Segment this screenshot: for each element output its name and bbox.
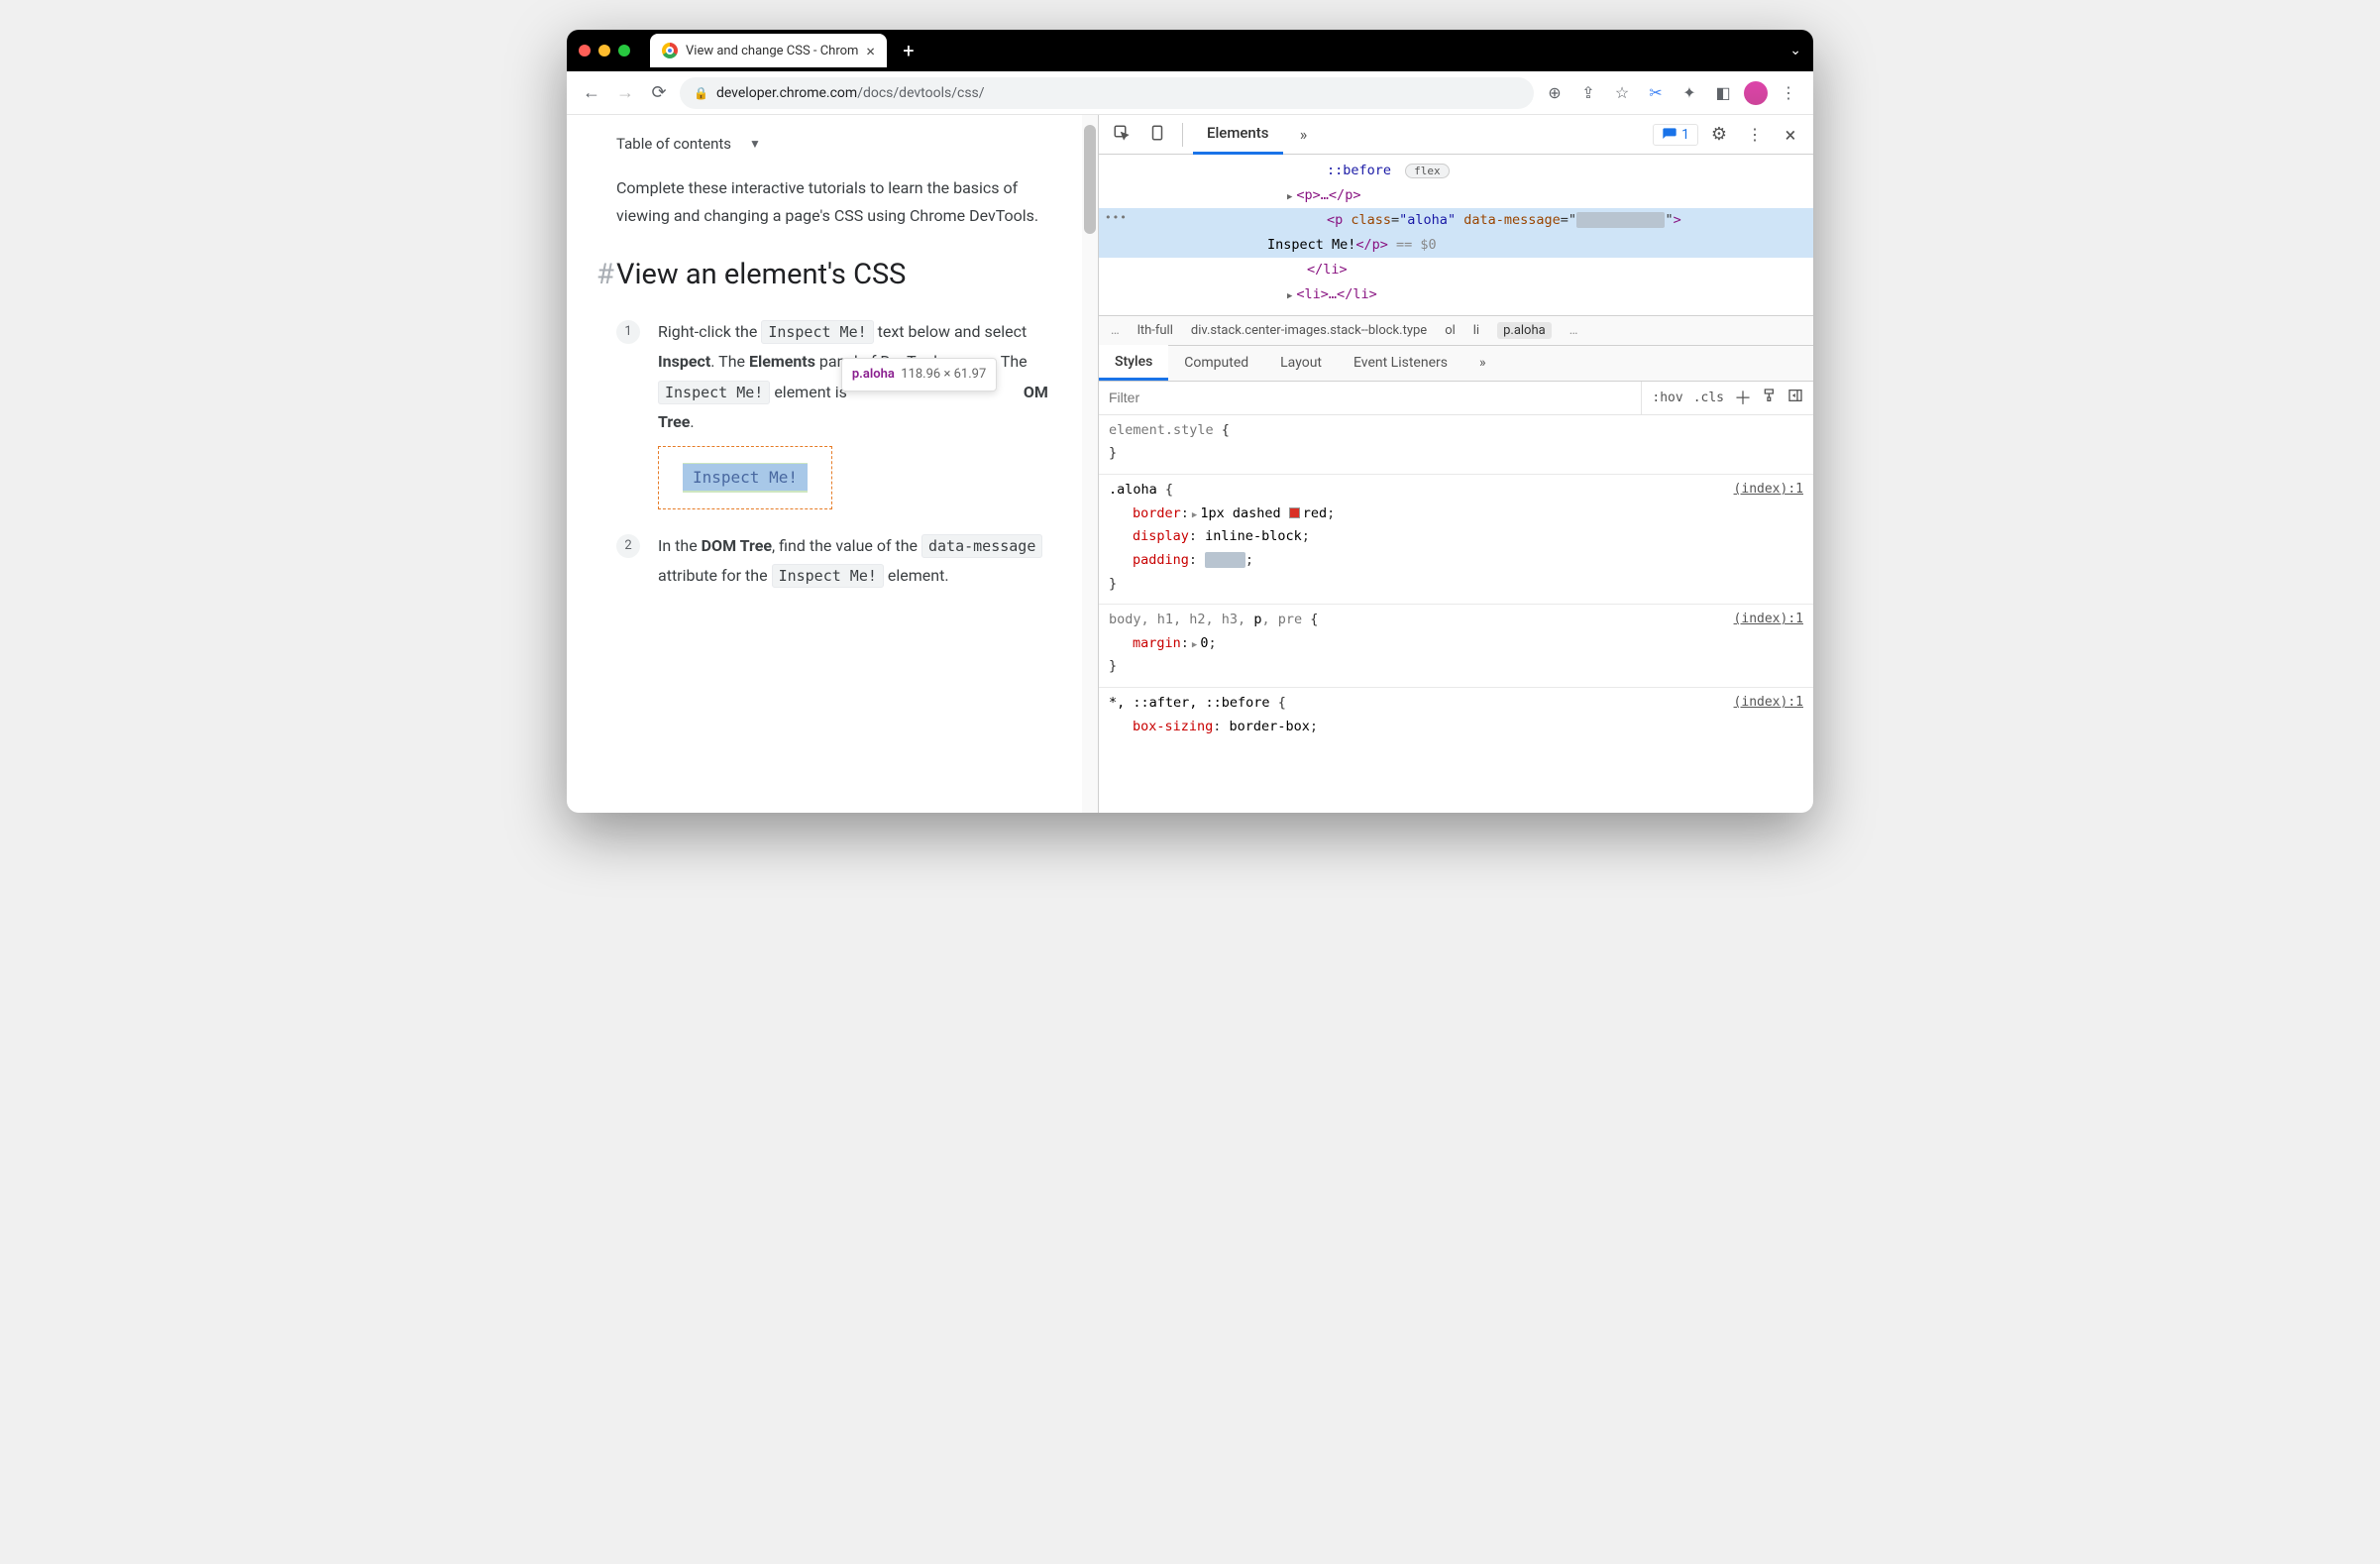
browser-tab[interactable]: View and change CSS - Chrom × xyxy=(650,34,887,67)
step-number: 1 xyxy=(616,320,640,344)
styles-pane[interactable]: element.style { } (index):1 .aloha { bor… xyxy=(1099,415,1813,747)
tab-search-icon[interactable]: ⌄ xyxy=(1789,43,1801,58)
issues-badge[interactable]: 1 xyxy=(1653,124,1698,146)
tab-title: View and change CSS - Chrom xyxy=(686,44,858,58)
intro-paragraph: Complete these interactive tutorials to … xyxy=(616,174,1052,230)
lock-icon: 🔒 xyxy=(694,86,708,100)
crumb-overflow-right[interactable]: … xyxy=(1569,323,1578,338)
close-devtools-icon[interactable]: × xyxy=(1776,123,1805,147)
content-area: Table of contents ▼ Complete these inter… xyxy=(567,115,1813,813)
crumb-item[interactable]: li xyxy=(1473,323,1479,338)
styles-tabbar: Styles Computed Layout Event Listeners » xyxy=(1099,346,1813,382)
source-link[interactable]: (index):1 xyxy=(1734,479,1803,502)
webpage: Table of contents ▼ Complete these inter… xyxy=(567,115,1082,813)
breadcrumb[interactable]: … lth-full div.stack.center-images.stack… xyxy=(1099,315,1813,346)
favicon xyxy=(662,43,678,58)
new-tab-button[interactable]: + xyxy=(895,37,922,64)
toolbar: ← → ⟳ 🔒 developer.chrome.com/docs/devtoo… xyxy=(567,71,1813,115)
table-of-contents[interactable]: Table of contents ▼ xyxy=(616,135,1052,153)
more-subtabs-icon[interactable]: » xyxy=(1463,345,1502,381)
browser-window: View and change CSS - Chrom × + ⌄ ← → ⟳ … xyxy=(567,30,1813,813)
section-heading: View an element's CSS xyxy=(616,258,1052,291)
styles-filterbar: :hov .cls ＋ xyxy=(1099,382,1813,415)
scrollbar-thumb[interactable] xyxy=(1084,125,1096,234)
body-rule[interactable]: (index):1 body, h1, h2, h3, p, pre { mar… xyxy=(1099,605,1813,688)
aloha-rule[interactable]: (index):1 .aloha { border:1px dashed red… xyxy=(1099,475,1813,605)
inspect-element-icon[interactable] xyxy=(1107,124,1136,146)
elements-tab[interactable]: Elements xyxy=(1193,115,1283,155)
step-number: 2 xyxy=(616,534,640,558)
flex-badge[interactable]: flex xyxy=(1405,164,1450,178)
scissors-extension-icon[interactable]: ✂ xyxy=(1643,83,1669,102)
sidepanel-icon[interactable]: ◧ xyxy=(1710,83,1736,102)
share-icon[interactable]: ⇪ xyxy=(1575,83,1601,102)
color-swatch[interactable] xyxy=(1289,507,1300,518)
dom-tree[interactable]: ::before flex <p>…</p> <p class="aloha" … xyxy=(1099,155,1813,315)
kebab-menu-icon[interactable]: ⋮ xyxy=(1740,125,1770,144)
tooltip-dimensions: 118.96 × 61.97 xyxy=(901,367,986,382)
inspect-me-element[interactable]: Inspect Me! xyxy=(658,446,832,509)
close-tab-icon[interactable]: × xyxy=(866,42,875,60)
step-body: Right-click the Inspect Me! text below a… xyxy=(658,317,1052,509)
step-2: 2 In the DOM Tree, find the value of the… xyxy=(616,531,1052,592)
toggle-sidebar-icon[interactable] xyxy=(1787,388,1803,407)
url-domain: developer.chrome.com xyxy=(716,85,857,101)
paint-icon[interactable] xyxy=(1762,388,1778,407)
expand-icon[interactable] xyxy=(1189,505,1200,521)
address-bar[interactable]: 🔒 developer.chrome.com/docs/devtools/css… xyxy=(680,77,1534,109)
redacted-value: xxxxxxxxxxx xyxy=(1576,212,1665,228)
hov-toggle[interactable]: :hov xyxy=(1652,391,1682,405)
device-toolbar-icon[interactable] xyxy=(1142,124,1172,146)
source-link[interactable]: (index):1 xyxy=(1734,609,1803,631)
expand-icon[interactable] xyxy=(1287,187,1296,203)
menu-icon[interactable]: ⋮ xyxy=(1776,83,1801,102)
steps-list: 1 Right-click the Inspect Me! text below… xyxy=(616,317,1052,592)
url-path: /docs/devtools/css/ xyxy=(857,85,984,101)
devtools-tabbar: Elements » 1 ⚙ ⋮ × xyxy=(1099,115,1813,155)
element-style-rule[interactable]: element.style { } xyxy=(1099,415,1813,475)
step-body: In the DOM Tree, find the value of the d… xyxy=(658,531,1052,592)
selected-dom-node[interactable]: <p class="aloha" data-message="xxxxxxxxx… xyxy=(1099,208,1813,258)
redacted-value: xxxxx xyxy=(1205,552,1245,568)
more-tabs-icon[interactable]: » xyxy=(1289,125,1319,144)
crumb-item-selected[interactable]: p.aloha xyxy=(1497,322,1552,339)
extensions-icon[interactable]: ✦ xyxy=(1677,83,1702,102)
window-controls xyxy=(579,45,630,56)
tooltip-selector: p.aloha xyxy=(852,367,895,382)
settings-gear-icon[interactable]: ⚙ xyxy=(1704,124,1734,145)
filter-input[interactable] xyxy=(1099,390,1641,405)
code-inspect-me: Inspect Me! xyxy=(761,320,873,344)
reload-button[interactable]: ⟳ xyxy=(646,82,672,103)
universal-rule[interactable]: (index):1 *, ::after, ::before { box-siz… xyxy=(1099,688,1813,746)
titlebar: View and change CSS - Chrom × + ⌄ xyxy=(567,30,1813,71)
expand-icon[interactable] xyxy=(1287,286,1296,302)
maximize-window[interactable] xyxy=(618,45,630,56)
close-window[interactable] xyxy=(579,45,591,56)
back-button[interactable]: ← xyxy=(579,82,604,103)
expand-icon[interactable] xyxy=(1189,635,1200,651)
step-1: 1 Right-click the Inspect Me! text below… xyxy=(616,317,1052,509)
crumb-item[interactable]: ol xyxy=(1445,323,1456,338)
layout-tab[interactable]: Layout xyxy=(1264,345,1338,381)
computed-tab[interactable]: Computed xyxy=(1168,345,1264,381)
devtools-panel: Elements » 1 ⚙ ⋮ × ::before flex <p>…</p… xyxy=(1098,115,1813,813)
source-link[interactable]: (index):1 xyxy=(1734,692,1803,715)
profile-avatar[interactable] xyxy=(1744,81,1768,105)
minimize-window[interactable] xyxy=(598,45,610,56)
styles-tab[interactable]: Styles xyxy=(1099,345,1168,381)
cls-toggle[interactable]: .cls xyxy=(1693,391,1724,405)
inspector-tooltip: p.aloha 118.96 × 61.97 xyxy=(841,358,997,392)
inspect-me-text: Inspect Me! xyxy=(683,464,808,491)
crumb-overflow-left[interactable]: … xyxy=(1111,323,1120,338)
bookmark-icon[interactable]: ☆ xyxy=(1609,83,1635,102)
toc-label: Table of contents xyxy=(616,135,731,153)
add-rule-icon[interactable]: ＋ xyxy=(1734,385,1752,410)
chevron-down-icon: ▼ xyxy=(749,137,761,151)
crumb-item[interactable]: div.stack.center-images.stack--block.typ… xyxy=(1191,323,1427,338)
forward-button: → xyxy=(612,82,638,103)
zoom-icon[interactable]: ⊕ xyxy=(1542,83,1568,102)
event-listeners-tab[interactable]: Event Listeners xyxy=(1338,345,1463,381)
crumb-item[interactable]: lth-full xyxy=(1137,323,1173,338)
page-scrollbar[interactable] xyxy=(1082,115,1098,813)
